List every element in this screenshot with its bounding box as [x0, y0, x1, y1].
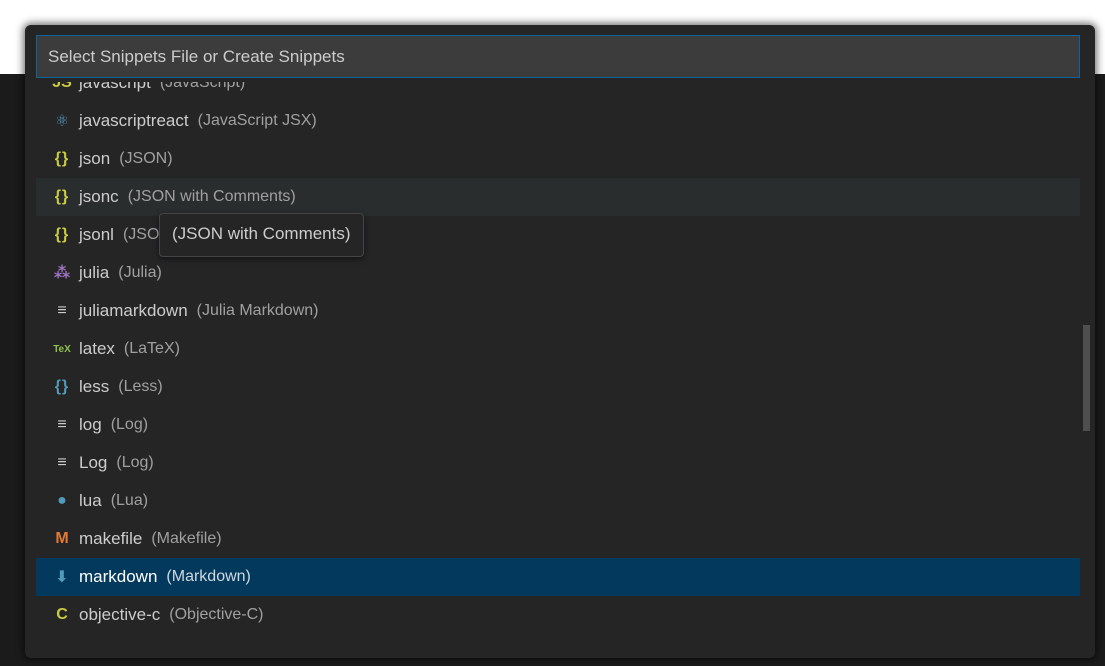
lines-icon: ≡ [57, 416, 67, 433]
list-item[interactable]: ≡ Log (Log) [36, 444, 1080, 482]
item-name: julia [79, 263, 110, 282]
item-description: (JavaScript) [159, 82, 246, 91]
makefile-icon: M [55, 530, 69, 547]
item-description: (JSON with Comments) [127, 188, 296, 205]
list-item[interactable]: ⁂ julia (Julia) [36, 254, 1080, 292]
item-description: (Makefile) [151, 530, 222, 547]
item-description: (JSON) [119, 150, 173, 167]
item-name: javascript [79, 82, 151, 92]
list-item[interactable]: ⬇ markdown (Markdown) [36, 558, 1080, 596]
braces-icon: {} [54, 188, 70, 205]
item-description: (JavaScript JSX) [197, 112, 317, 129]
list-item[interactable]: Mmakefile (Makefile) [36, 520, 1080, 558]
item-name: objective-c [79, 605, 161, 624]
item-description: (Julia Markdown) [196, 302, 319, 319]
item-description: (Objective-C) [169, 606, 264, 623]
quick-pick-widget: JS javascript (JavaScript) ⚛ javascriptreact… [25, 25, 1095, 658]
lua-icon: ● [57, 492, 67, 509]
item-name: juliamarkdown [79, 301, 188, 320]
list-item[interactable]: ⚛ javascriptreact (JavaScript JSX) [36, 102, 1080, 140]
tooltip: (JSON with Comments) [159, 213, 364, 257]
list-item[interactable]: {} jsonc (JSON with Comments) [36, 178, 1080, 216]
item-name: markdown [79, 567, 158, 586]
item-name: jsonc [79, 187, 119, 206]
c-icon: C [56, 606, 68, 623]
item-description: (Log) [110, 416, 149, 433]
tex-icon: TeX [53, 343, 71, 355]
item-description: (Julia) [118, 264, 162, 281]
item-name: makefile [79, 529, 143, 548]
item-name: javascriptreact [79, 111, 189, 130]
search-input[interactable] [36, 35, 1080, 78]
item-description: (Markdown) [166, 568, 251, 585]
js-icon: JS [52, 82, 72, 91]
list-item[interactable]: {} less (Less) [36, 368, 1080, 406]
braces-icon: {} [54, 150, 70, 167]
lines-icon: ≡ [57, 454, 67, 471]
item-name: less [79, 377, 110, 396]
braces-icon: {} [54, 226, 70, 243]
list-item[interactable]: ≡ log (Log) [36, 406, 1080, 444]
item-description: (Log) [116, 454, 154, 471]
item-description: (Lua) [110, 492, 149, 509]
list-rows: JS javascript (JavaScript) ⚛ javascriptreact… [36, 82, 1080, 634]
markdown-icon: ⬇ [55, 569, 69, 586]
item-name: log [79, 415, 102, 434]
item-name: json [79, 149, 111, 168]
list-item[interactable]: ≡ juliamarkdown (Julia Markdown) [36, 292, 1080, 330]
item-description: (LaTeX) [123, 340, 180, 357]
item-name: lua [79, 491, 102, 510]
list-item[interactable]: TeX latex (LaTeX) [36, 330, 1080, 368]
react-icon: ⚛ [54, 113, 70, 130]
braces-icon: {} [54, 378, 70, 395]
snippets-list: JS javascript (JavaScript) ⚛ javascriptreact… [36, 82, 1080, 652]
item-name: Log [79, 453, 108, 472]
scrollbar-thumb[interactable] [1083, 325, 1090, 431]
item-description: (Less) [118, 378, 163, 395]
item-name: latex [79, 339, 115, 358]
julia-icon: ⁂ [53, 265, 71, 282]
item-name: jsonl [79, 225, 114, 244]
list-item[interactable]: ● lua (Lua) [36, 482, 1080, 520]
tooltip-text: (JSON with Comments) [172, 224, 351, 243]
list-item[interactable]: JS javascript (JavaScript) [36, 82, 1080, 102]
list-item[interactable]: {} json (JSON) [36, 140, 1080, 178]
list-item[interactable]: Cobjective-c (Objective-C) [36, 596, 1080, 634]
lines-icon: ≡ [57, 302, 67, 319]
